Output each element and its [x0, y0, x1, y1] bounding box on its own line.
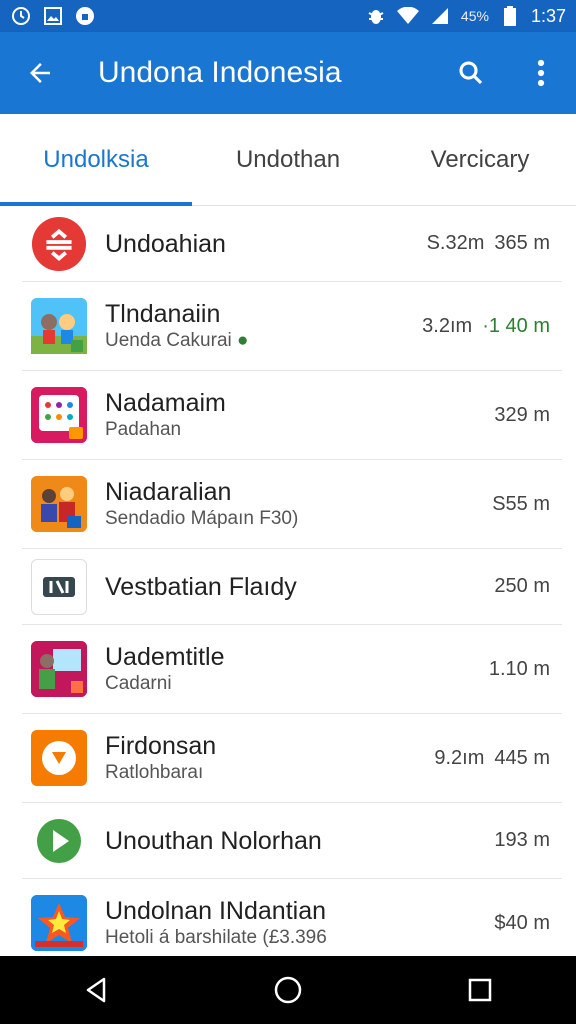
item-subtitle: Padahan	[105, 419, 182, 440]
list-item[interactable]: Niadaralian Sendadio Mápaın F30) S55 m	[22, 460, 562, 549]
item-meta-2: S55 m	[492, 492, 550, 515]
teacher-app-icon	[31, 641, 87, 697]
arrow-back-icon	[30, 63, 50, 83]
item-subtitle: Hetoli á barshilate (£3.396	[105, 927, 327, 948]
orange-play-icon	[31, 730, 87, 786]
item-meta-1: S.32m	[426, 232, 485, 254]
tab-undothan[interactable]: Undothan	[192, 114, 384, 205]
list-item[interactable]: Uademtitle Cadarni 1.10 m	[22, 625, 562, 714]
item-subtitle: Sendadio Mápaın F30)	[105, 508, 299, 529]
dark-logo-icon	[31, 558, 87, 615]
list-item[interactable]: Undoahian S.32m 365 m	[22, 206, 562, 282]
list-item[interactable]: Nadamaim Padahan 329 m	[22, 371, 562, 460]
grid-app-icon	[31, 387, 87, 443]
item-name: Tlndanaiin	[105, 300, 221, 328]
item-name: Unouthan Nolorhan	[105, 826, 322, 855]
system-nav-bar	[0, 956, 576, 1024]
item-name: Niadaralian	[105, 478, 232, 506]
item-meta-2: ·1 40 m	[482, 314, 550, 337]
gallery-icon	[42, 5, 64, 27]
list-item[interactable]: Tlndanaiin Uenda Cakurai ● 3.2ım ·1 40 m	[22, 282, 562, 371]
item-name: Undolnan INdantian	[105, 897, 326, 925]
back-button[interactable]	[0, 32, 80, 114]
item-meta-2: 365 m	[494, 232, 550, 254]
tab-bar: Undolksia Undothan Vercicary	[0, 114, 576, 206]
item-name: Uademtitle	[105, 643, 225, 671]
clock-icon	[10, 5, 32, 27]
wifi-icon	[396, 5, 419, 27]
item-subtitle: Cadarni	[105, 673, 172, 694]
item-meta-2: 445 m	[494, 746, 550, 769]
list-item[interactable]: Firdonsan Ratlohbaraı 9.2ım 445 m	[22, 714, 562, 803]
status-time: 1:37	[530, 5, 566, 26]
battery-percent: 45%	[460, 8, 489, 24]
item-subtitle: Uenda Cakurai ●	[105, 330, 249, 351]
green-dot-icon: ●	[237, 330, 249, 351]
search-button[interactable]	[436, 32, 506, 114]
page-title: Undona Indonesia	[98, 56, 342, 89]
item-name: Firdonsan	[105, 732, 217, 760]
list-item[interactable]: Unouthan Nolorhan 193 m	[22, 803, 562, 879]
item-meta-2: 193 m	[494, 829, 550, 851]
nav-recents-button[interactable]	[450, 960, 510, 1020]
nav-back-icon	[86, 977, 106, 1003]
item-meta-2: 1.10 m	[488, 657, 550, 680]
people-app-icon	[31, 476, 87, 532]
search-icon	[459, 61, 483, 85]
red-circle-icon	[31, 216, 87, 272]
shield-icon	[74, 5, 96, 27]
kids-app-icon	[31, 298, 87, 354]
item-meta-1: 9.2ım	[434, 746, 485, 769]
tab-undolksia[interactable]: Undolksia	[0, 114, 192, 206]
battery-icon	[499, 5, 521, 27]
signal-icon	[429, 5, 451, 27]
item-name: Vestbatian Flaıdy	[105, 572, 297, 601]
item-meta-2: 329 m	[494, 403, 550, 426]
tab-vercicary[interactable]: Vercicary	[384, 114, 576, 205]
more-vert-icon	[537, 59, 545, 87]
list-item[interactable]: Vestbatian Flaıdy 250 m	[22, 549, 562, 625]
green-play-icon	[31, 813, 87, 869]
star-badge-icon	[31, 895, 87, 951]
item-subtitle: Ratlohbaraı	[105, 762, 204, 783]
list-item[interactable]: Undolnan INdantian Hetoli á barshilate (…	[22, 879, 562, 956]
nav-home-icon	[274, 976, 302, 1004]
more-options-button[interactable]	[506, 32, 576, 114]
item-name: Nadamaim	[105, 389, 226, 417]
status-bar: 45% 1:37	[0, 0, 576, 32]
app-bar: Undona Indonesia	[0, 32, 576, 114]
item-meta-2: 250 m	[494, 575, 550, 597]
bug-icon	[365, 5, 387, 27]
item-name: Undoahian	[105, 229, 226, 258]
nav-recents-icon	[468, 978, 492, 1002]
app-list: Undoahian S.32m 365 m Tlndanaiin Uenda C…	[0, 206, 576, 956]
nav-home-button[interactable]	[258, 960, 318, 1020]
nav-back-button[interactable]	[66, 960, 126, 1020]
item-meta-1: 3.2ım	[422, 314, 473, 337]
item-meta-2: $40 m	[494, 911, 550, 934]
